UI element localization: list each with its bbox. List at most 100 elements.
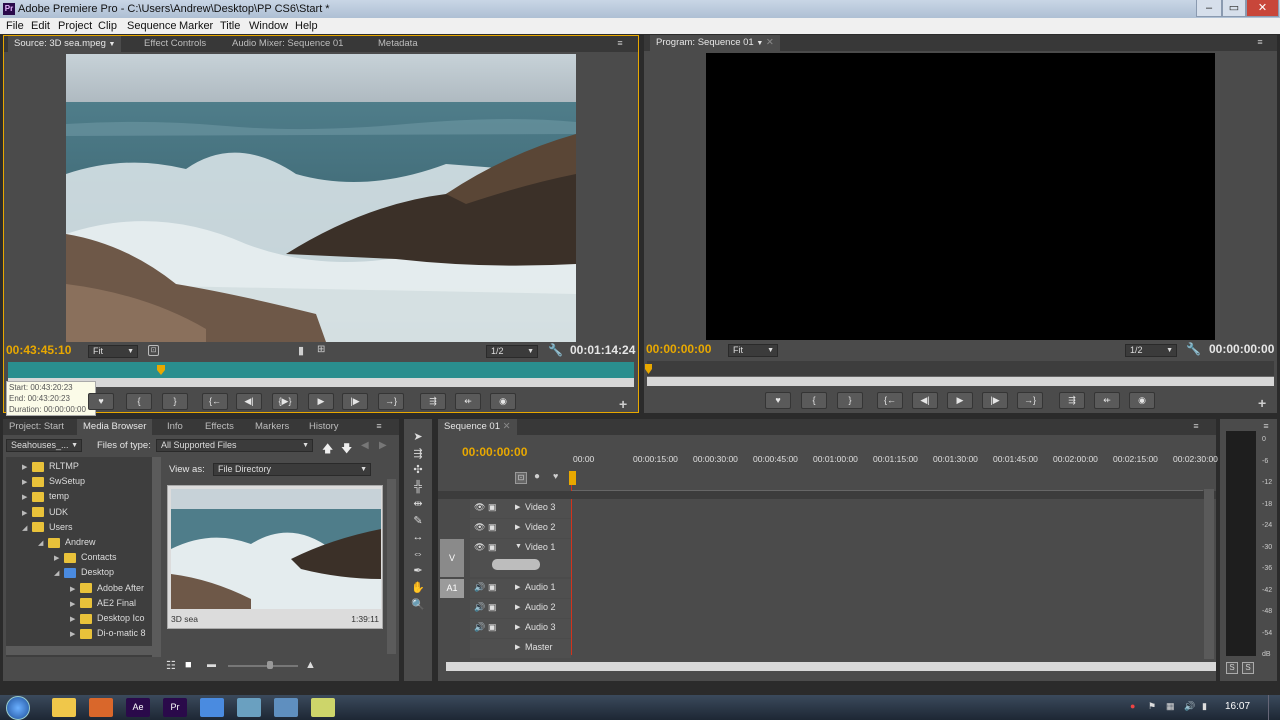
tab-program[interactable]: Program: Sequence 01 ▼ ✕ [650, 35, 780, 51]
panel-menu-icon[interactable]: ≡ [1260, 421, 1272, 431]
toggle-track-output-icon[interactable]: 👁 [474, 542, 485, 553]
mark-out-button[interactable]: } [162, 393, 188, 410]
keyframe-navigator[interactable] [492, 559, 540, 570]
tree-folder-item[interactable]: ▶ temp [22, 489, 69, 504]
tab-info[interactable]: Info [161, 419, 189, 435]
clip-thumbnail-card[interactable]: 3D sea 1:39:11 [167, 485, 383, 629]
tab-effect-controls[interactable]: Effect Controls [138, 36, 212, 52]
play-in-to-out-button[interactable]: {▶} [272, 393, 298, 410]
program-timecode[interactable]: 00:00:00:00 [646, 342, 711, 356]
program-resolution-select[interactable]: 1/2 ▼ [1125, 344, 1177, 357]
prev-arrow-icon[interactable]: ◀ [361, 440, 369, 451]
film-icon[interactable]: ⊞ [317, 344, 325, 355]
tab-effects[interactable]: Effects [199, 419, 240, 435]
app-icon[interactable] [237, 698, 261, 717]
program-zoom-scrollbar[interactable] [647, 377, 1274, 386]
collapsed-triangle-icon[interactable]: ▶ [515, 643, 520, 651]
tab-source[interactable]: Source: 3D sea.mpeg ▼ [8, 36, 122, 52]
toggle-track-mute-icon[interactable]: 🔊 [474, 582, 485, 593]
lift-button[interactable]: ⇶ [1059, 392, 1085, 409]
collapsed-triangle-icon[interactable]: ▶ [22, 460, 32, 475]
collapsed-triangle-icon[interactable]: ▶ [70, 627, 80, 642]
tray-icon-volume[interactable]: 🔊 [1184, 701, 1195, 712]
step-forward-button[interactable]: |▶ [982, 392, 1008, 409]
snap-icon[interactable]: ⊡ [515, 472, 527, 484]
collapsed-triangle-icon[interactable]: ▶ [70, 612, 80, 627]
play-button[interactable]: ▶ [947, 392, 973, 409]
ripple-edit-tool-icon[interactable]: ✣ [410, 462, 426, 478]
tab-media-browser[interactable]: Media Browser [77, 419, 153, 435]
menu-window[interactable]: Window [249, 18, 288, 34]
start-button[interactable] [6, 696, 30, 720]
timeline-playhead-handle[interactable] [569, 471, 576, 485]
track-target-selector[interactable]: V [440, 539, 464, 577]
menu-clip[interactable]: Clip [98, 18, 117, 34]
extract-button[interactable]: ⇷ [1094, 392, 1120, 409]
tree-folder-item[interactable]: ▶ Adobe After [70, 581, 144, 596]
tab-audio-mixer[interactable]: Audio Mixer: Sequence 01 [226, 36, 349, 52]
premiere-icon[interactable]: Pr [163, 698, 187, 717]
mark-in-button[interactable]: { [126, 393, 152, 410]
drag-video-icon[interactable]: ⊡ [148, 345, 159, 356]
track-target-selector[interactable] [440, 619, 464, 638]
toggle-track-mute-icon[interactable]: 🔊 [474, 602, 485, 613]
program-timeline-ruler[interactable] [647, 361, 1274, 377]
expanded-triangle-icon[interactable]: ◢ [22, 521, 32, 536]
tree-folder-item[interactable]: ▶ Di-o-matic 8 [70, 626, 146, 641]
wrench-icon[interactable]: 🔧 [548, 343, 563, 357]
show-desktop-button[interactable] [1268, 695, 1280, 720]
collapsed-triangle-icon[interactable]: ▶ [22, 490, 32, 505]
button-editor-icon[interactable]: + [1258, 395, 1266, 411]
marker-icon[interactable]: ♥ [553, 471, 558, 481]
button-editor-icon[interactable]: + [619, 396, 627, 412]
program-zoom-select[interactable]: Fit ▼ [728, 344, 778, 357]
export-frame-button[interactable]: ◉ [490, 393, 516, 410]
collapsed-triangle-icon[interactable]: ▶ [515, 583, 520, 591]
forward-arrow-icon[interactable]: 🡇 [341, 440, 352, 459]
step-back-button[interactable]: ◀| [236, 393, 262, 410]
tray-icon-antivirus[interactable]: ● [1130, 701, 1135, 711]
timeline-ruler[interactable]: 00:00 00:00:15:00 00:00:30:00 00:00:45:00 00… [571, 451, 1218, 491]
tray-icon-power[interactable]: ▮ [1202, 701, 1207, 712]
go-to-out-button[interactable]: →} [1017, 392, 1043, 409]
track-target-selector[interactable]: A1 [440, 579, 464, 598]
view-as-select[interactable]: File Directory ▼ [213, 463, 371, 476]
menu-marker[interactable]: Marker [179, 18, 213, 34]
drive-select[interactable]: Seahouses_... ▼ [6, 439, 82, 452]
track-lock-icon[interactable]: ▣ [488, 502, 497, 513]
slide-tool-icon[interactable]: ⇔ [410, 546, 426, 562]
panel-menu-icon[interactable]: ≡ [1190, 421, 1202, 431]
zoom-out-icon[interactable]: ▬ [207, 659, 216, 669]
timeline-hscrollbar[interactable] [446, 662, 1216, 671]
tab-markers[interactable]: Markers [249, 419, 295, 435]
taskbar-clock[interactable]: 16:07 [1225, 701, 1250, 712]
collapsed-triangle-icon[interactable]: ▶ [70, 582, 80, 597]
panel-menu-icon[interactable]: ≡ [373, 421, 385, 431]
solo-left-button[interactable]: S [1226, 662, 1238, 674]
solo-right-button[interactable]: S [1242, 662, 1254, 674]
tree-folder-item[interactable]: ▶ AE2 Final [70, 596, 136, 611]
drag-audio-icon[interactable]: ▮ [298, 344, 304, 357]
pen-tool-icon[interactable]: ✒ [410, 563, 426, 579]
list-view-icon[interactable]: ☷ [166, 659, 176, 672]
tab-metadata[interactable]: Metadata [372, 36, 424, 52]
window-icon[interactable] [274, 698, 298, 717]
collapsed-triangle-icon[interactable]: ▶ [22, 475, 32, 490]
collapsed-triangle-icon[interactable]: ▶ [515, 523, 520, 531]
hand-tool-icon[interactable]: ✋ [410, 580, 426, 596]
expanded-triangle-icon[interactable]: ▼ [515, 543, 522, 550]
app-icon[interactable] [200, 698, 224, 717]
slider-handle[interactable] [267, 661, 273, 669]
track-select-tool-icon[interactable]: ⇶ [410, 446, 426, 462]
menu-title[interactable]: Title [220, 18, 240, 34]
export-frame-button[interactable]: ◉ [1129, 392, 1155, 409]
app-icon[interactable] [311, 698, 335, 717]
slip-tool-icon[interactable]: ↔ [410, 529, 426, 545]
firefox-icon[interactable] [89, 698, 113, 717]
collapsed-triangle-icon[interactable]: ▶ [515, 503, 520, 511]
tree-folder-item[interactable]: ◢ Desktop [54, 565, 114, 580]
go-to-in-button[interactable]: {← [877, 392, 903, 409]
track-lock-icon[interactable]: ▣ [488, 542, 497, 553]
panel-menu-icon[interactable]: ≡ [614, 38, 626, 48]
source-timecode[interactable]: 00:43:45:10 [6, 343, 71, 357]
